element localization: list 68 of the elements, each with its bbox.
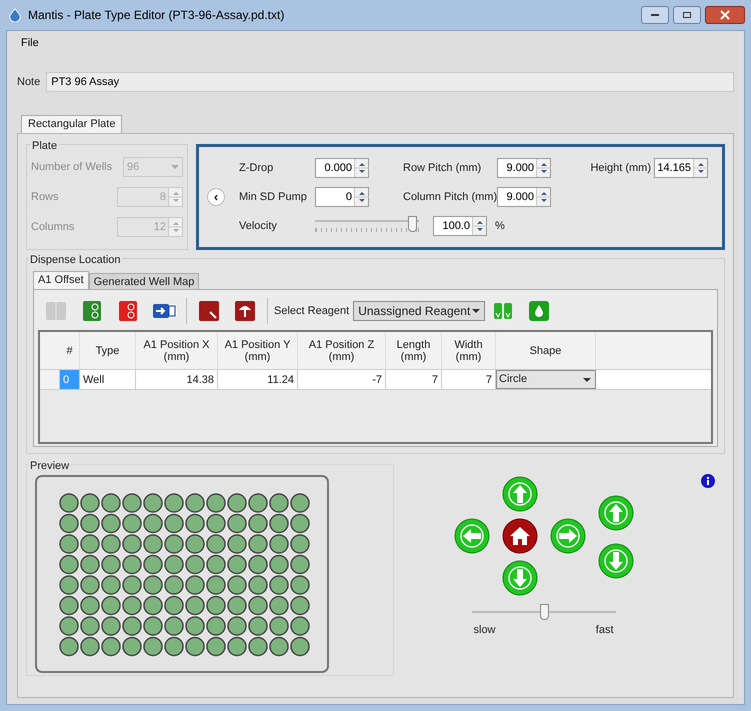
app-icon: [8, 8, 22, 22]
column-header: #: [66, 344, 73, 356]
up-arrow-button[interactable]: [598, 495, 634, 531]
number-field[interactable]: 0.000: [315, 158, 369, 178]
drop-icon[interactable]: [527, 299, 552, 323]
table-cell: 7: [386, 370, 442, 389]
column-header: Width (mm): [454, 338, 483, 362]
caret-icon: [583, 378, 591, 382]
table-cell: 11.24: [218, 370, 298, 389]
menu-item[interactable]: File: [17, 34, 43, 52]
umbrella-icon[interactable]: [233, 299, 257, 323]
caret-icon: [171, 165, 179, 169]
field-label: Z-Drop: [239, 160, 274, 176]
shape-dropdown[interactable]: Circle: [496, 370, 596, 389]
close-icon: [720, 10, 730, 20]
tab[interactable]: Rectangular Plate: [21, 115, 122, 133]
circles-panel-icon[interactable]: [80, 299, 104, 323]
tab[interactable]: A1 Offset: [33, 271, 89, 289]
tab[interactable]: Generated Well Map: [88, 273, 200, 289]
minimize-button[interactable]: [641, 6, 669, 24]
number-field[interactable]: 9.000: [497, 187, 551, 207]
number-field[interactable]: 9.000: [497, 158, 551, 178]
slider-thumb[interactable]: [540, 604, 548, 620]
number-field[interactable]: 0: [315, 187, 369, 207]
window-title: Mantis - Plate Type Editor (PT3-96-Assay.pd.txt): [28, 7, 284, 24]
group-title: Dispense Location: [29, 252, 122, 268]
field-label: Columns: [31, 220, 74, 235]
maximize-button[interactable]: [673, 6, 701, 24]
column-header: Type: [96, 344, 120, 356]
number-field[interactable]: 14.165: [654, 158, 708, 178]
number-field[interactable]: 100.0: [433, 216, 487, 236]
table-cell: 0: [60, 370, 80, 389]
close-button[interactable]: [705, 6, 745, 24]
speed-slider[interactable]: [472, 604, 616, 620]
unit-label: %: [495, 218, 505, 234]
table-cell: Well: [80, 370, 136, 389]
table-cell: 14.38: [136, 370, 218, 389]
right-arrow-button[interactable]: [550, 518, 586, 554]
field-label: Min SD Pump: [239, 190, 308, 205]
down-arrow-button[interactable]: [502, 560, 538, 596]
reagent-dropdown[interactable]: Unassigned Reagent: [353, 301, 486, 321]
column-header: A1 Position Z (mm): [308, 338, 374, 362]
column-header: A1 Position Y (mm): [224, 338, 290, 362]
home-button[interactable]: [502, 518, 538, 554]
info-icon[interactable]: [701, 474, 715, 488]
field-label: Note: [17, 74, 40, 90]
down-arrow-button[interactable]: [598, 543, 634, 579]
collapse-button[interactable]: ‹: [207, 188, 225, 206]
note-field[interactable]: PT3 96 Assay: [46, 72, 734, 92]
field-label: Height (mm): [590, 160, 651, 176]
field-label: Column Pitch (mm): [403, 190, 497, 205]
slider-label: slow: [474, 623, 496, 638]
field-label: Rows: [31, 190, 59, 205]
table-row[interactable]: 0 Well 14.38 11.24 -7 7 7 Circle: [40, 370, 711, 390]
caret-icon: [472, 309, 480, 313]
field-label: Number of Wells: [31, 160, 112, 175]
up-arrow-button[interactable]: [502, 476, 538, 512]
column-header: Length (mm): [396, 338, 430, 362]
field-label: Row Pitch (mm): [403, 160, 482, 176]
field-label: Velocity: [239, 218, 278, 234]
field-label: Select Reagent: [274, 304, 350, 319]
column-header: Shape: [530, 344, 562, 356]
column-header: A1 Position X (mm): [143, 338, 210, 362]
table-cell: -7: [298, 370, 386, 389]
left-arrow-button[interactable]: [454, 518, 490, 554]
slider-label: fast: [596, 623, 614, 638]
slider-thumb[interactable]: [408, 216, 417, 232]
circles-panel-icon[interactable]: [116, 299, 140, 323]
